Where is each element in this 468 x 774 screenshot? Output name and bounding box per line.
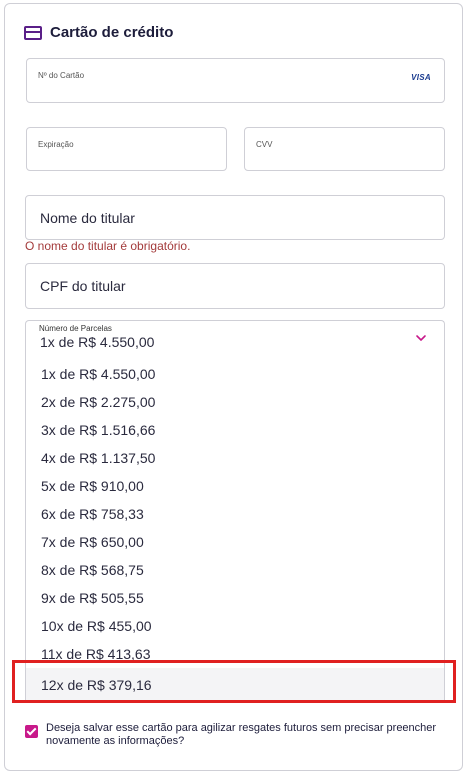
expiration-field[interactable]: Expiração — [26, 127, 227, 171]
installments-selected-value: 1x de R$ 4.550,00 — [40, 334, 155, 350]
card-number-label: Nº do Cartão — [38, 71, 85, 80]
visa-icon: VISA — [411, 73, 431, 82]
installments-label: Número de Parcelas — [39, 324, 112, 333]
holder-name-error: O nome do titular é obrigatório. — [25, 239, 191, 253]
holder-cpf-field[interactable]: CPF do titular — [25, 263, 445, 309]
installment-option-7[interactable]: 7x de R$ 650,00 — [26, 528, 444, 556]
save-card-text: Deseja salvar esse cartão para agilizar … — [46, 722, 437, 747]
installment-option-10[interactable]: 10x de R$ 455,00 — [26, 612, 444, 640]
installment-option-5[interactable]: 5x de R$ 910,00 — [26, 472, 444, 500]
holder-name-field[interactable]: Nome do titular — [25, 195, 445, 240]
cvv-label: CVV — [256, 140, 273, 149]
credit-card-icon — [24, 25, 42, 40]
chevron-down-icon[interactable] — [414, 333, 428, 343]
save-card-row: Deseja salvar esse cartão para agilizar … — [25, 722, 445, 748]
installment-option-4[interactable]: 4x de R$ 1.137,50 — [26, 444, 444, 472]
installment-option-1[interactable]: 1x de R$ 4.550,00 — [26, 360, 444, 388]
installment-option-3[interactable]: 3x de R$ 1.516,66 — [26, 416, 444, 444]
save-card-checkbox[interactable] — [25, 725, 38, 738]
installment-option-2[interactable]: 2x de R$ 2.275,00 — [26, 388, 444, 416]
section-title: Cartão de crédito — [50, 24, 174, 41]
holder-cpf-placeholder: CPF do titular — [40, 278, 126, 294]
cvv-field[interactable]: CVV — [244, 127, 445, 171]
installment-option-9[interactable]: 9x de R$ 505,55 — [26, 584, 444, 612]
installments-options-list: 1x de R$ 4.550,00 2x de R$ 2.275,00 3x d… — [25, 360, 445, 702]
holder-name-placeholder: Nome do titular — [40, 210, 135, 226]
installment-option-11[interactable]: 11x de R$ 413,63 — [26, 640, 444, 668]
expiration-label: Expiração — [38, 140, 74, 149]
installment-option-12[interactable]: 12x de R$ 379,16 — [26, 668, 444, 702]
card-number-field[interactable]: Nº do Cartão VISA — [26, 58, 445, 103]
installment-option-8[interactable]: 8x de R$ 568,75 — [26, 556, 444, 584]
installment-option-6[interactable]: 6x de R$ 758,33 — [26, 500, 444, 528]
section-header: Cartão de crédito — [24, 24, 173, 41]
installments-select[interactable]: Número de Parcelas 1x de R$ 4.550,00 — [25, 320, 445, 360]
